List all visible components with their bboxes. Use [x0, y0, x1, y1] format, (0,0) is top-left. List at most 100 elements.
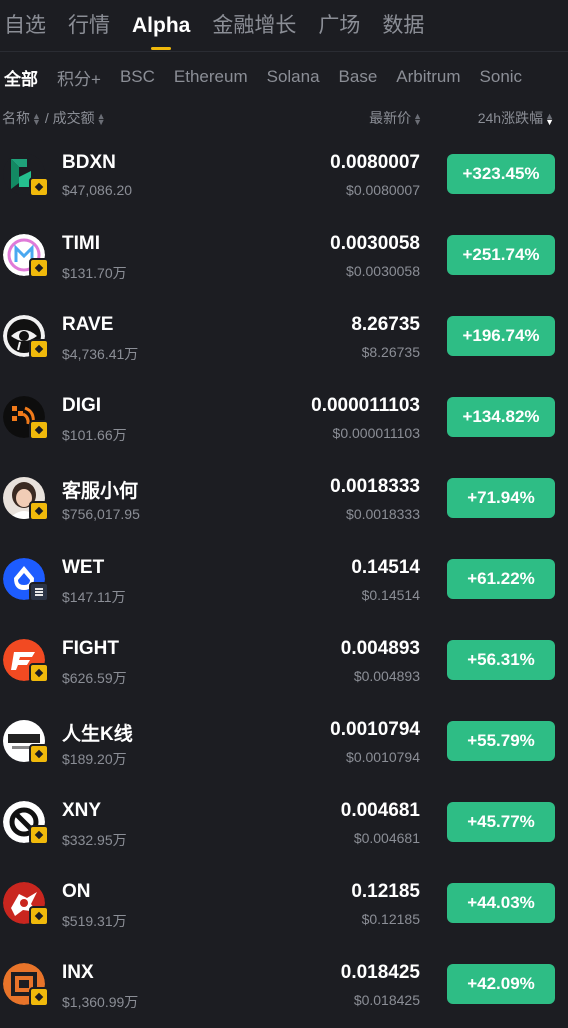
change-badge[interactable]: +196.74% [447, 316, 555, 356]
column-price-label: 最新价 [369, 110, 412, 126]
token-usd-price: $0.0030058 [346, 263, 420, 279]
token-price: 8.26735 [351, 314, 420, 335]
token-volume: $101.66万 [62, 427, 127, 443]
rave-logo-icon [3, 315, 49, 359]
tab-square[interactable]: 广场 [318, 0, 360, 52]
filter-base[interactable]: Base [339, 67, 378, 87]
token-list: BDXN $47,086.20 0.0080007 $0.0080007 +32… [0, 134, 568, 1025]
on-logo-icon [3, 882, 49, 926]
token-row[interactable]: XNY $332.95万 0.004681 $0.004681 +45.77% [0, 782, 568, 863]
bdxn-logo-icon [3, 153, 49, 197]
token-row[interactable]: 人生K线 $189.20万 0.0010794 $0.0010794 +55.7… [0, 701, 568, 782]
token-price: 0.000011103 [311, 395, 420, 416]
token-symbol: TIMI [62, 233, 100, 254]
token-price: 0.0030058 [330, 233, 420, 254]
alpha-badge-icon [29, 744, 49, 764]
token-volume: $332.95万 [62, 832, 127, 848]
token-symbol: 客服小何 [62, 481, 139, 502]
tab-earn[interactable]: 金融增长 [212, 0, 296, 52]
alpha-badge-icon [29, 987, 49, 1007]
alpha-badge-icon [29, 825, 49, 845]
tab-alpha[interactable]: Alpha [132, 0, 190, 52]
change-badge[interactable]: +61.22% [447, 559, 555, 599]
token-usd-price: $0.12185 [361, 911, 420, 927]
token-price: 0.004681 [340, 800, 420, 821]
filter-arbitrum[interactable]: Arbitrum [396, 67, 460, 87]
column-separator: / [44, 110, 49, 126]
timi-logo-icon [3, 234, 49, 278]
token-row[interactable]: WET $147.11万 0.14514 $0.14514 +61.22% [0, 539, 568, 620]
token-row[interactable]: DIGI $101.66万 0.000011103 $0.000011103 +… [0, 377, 568, 458]
token-price: 0.018425 [340, 962, 420, 983]
price-sort-header[interactable]: 最新价 ▲ ▼ [369, 108, 422, 128]
token-usd-price: $0.14514 [361, 587, 420, 603]
token-price: 0.12185 [351, 881, 420, 902]
token-price: 0.0010794 [330, 719, 420, 740]
sort-arrows-icon: ▲ ▼ [96, 111, 106, 128]
change-badge[interactable]: +45.77% [447, 802, 555, 842]
token-volume: $626.59万 [62, 670, 127, 686]
token-usd-price: $0.000011103 [332, 425, 420, 441]
top-navigation: 自选 行情 Alpha 金融增长 广场 数据 [0, 0, 568, 52]
token-usd-price: $0.0080007 [346, 182, 420, 198]
token-volume: $47,086.20 [62, 182, 133, 198]
change-sort-header[interactable]: 24h涨跌幅 ▲ ▼ [478, 108, 554, 128]
token-usd-price: $0.004681 [353, 830, 420, 846]
token-row[interactable]: FIGHT $626.59万 0.004893 $0.004893 +56.31… [0, 620, 568, 701]
kline-logo-icon [3, 720, 49, 764]
token-row[interactable]: 客服小何 $756,017.95 0.0018333 $0.0018333 +7… [0, 458, 568, 539]
token-row[interactable]: BDXN $47,086.20 0.0080007 $0.0080007 +32… [0, 134, 568, 215]
token-symbol: 人生K线 [62, 724, 133, 745]
alpha-badge-icon [29, 339, 49, 359]
alpha-badge-icon [29, 177, 49, 197]
token-volume: $189.20万 [62, 751, 127, 767]
token-usd-price: $0.0018333 [346, 506, 420, 522]
token-usd-price: $0.0010794 [346, 749, 420, 765]
token-row[interactable]: RAVE $4,736.41万 8.26735 $8.26735 +196.74… [0, 296, 568, 377]
filter-ethereum[interactable]: Ethereum [174, 67, 248, 87]
tab-data[interactable]: 数据 [382, 0, 424, 52]
token-price: 0.004893 [340, 638, 420, 659]
change-badge[interactable]: +42.09% [447, 964, 555, 1004]
token-symbol: INX [62, 962, 94, 983]
token-symbol: FIGHT [62, 638, 119, 659]
alpha-badge-icon [29, 258, 49, 278]
change-badge[interactable]: +251.74% [447, 235, 555, 275]
token-volume: $131.70万 [62, 265, 127, 281]
filter-all[interactable]: 全部 [4, 65, 38, 90]
token-row[interactable]: INX $1,360.99万 0.018425 $0.018425 +42.09… [0, 944, 568, 1025]
token-symbol: ON [62, 881, 91, 902]
token-price: 0.0018333 [330, 476, 420, 497]
sort-desc-active-icon: ▲ ▼ [545, 111, 554, 128]
token-volume: $519.31万 [62, 913, 127, 929]
token-symbol: RAVE [62, 314, 114, 335]
change-badge[interactable]: +323.45% [447, 154, 555, 194]
alpha-badge-icon [29, 420, 49, 440]
person-avatar-icon [3, 477, 49, 521]
token-row[interactable]: TIMI $131.70万 0.0030058 $0.0030058 +251.… [0, 215, 568, 296]
filter-sonic[interactable]: Sonic [480, 67, 523, 87]
change-badge[interactable]: +56.31% [447, 640, 555, 680]
tab-watchlist[interactable]: 自选 [4, 0, 46, 52]
token-usd-price: $0.004893 [353, 668, 420, 684]
token-usd-price: $8.26735 [361, 344, 420, 360]
filter-solana[interactable]: Solana [267, 67, 320, 87]
token-usd-price: $0.018425 [353, 992, 420, 1008]
sort-arrows-icon: ▲ ▼ [32, 111, 41, 128]
change-badge[interactable]: +134.82% [447, 397, 555, 437]
token-symbol: BDXN [62, 152, 116, 173]
column-change-label: 24h涨跌幅 [477, 110, 544, 126]
token-volume: $4,736.41万 [62, 346, 139, 362]
column-header: 名称 ▲ ▼ / 成交额 ▲ ▼ 最新价 ▲ ▼ 24h涨跌幅 ▲ ▼ [0, 102, 568, 134]
change-badge[interactable]: +71.94% [447, 478, 555, 518]
name-volume-sort-header[interactable]: 名称 ▲ ▼ / 成交额 ▲ ▼ [2, 108, 106, 128]
tab-markets[interactable]: 行情 [68, 0, 110, 52]
column-name-label: 名称 [2, 110, 30, 126]
change-badge[interactable]: +44.03% [447, 883, 555, 923]
change-badge[interactable]: +55.79% [447, 721, 555, 761]
filter-bsc[interactable]: BSC [120, 67, 155, 87]
token-row[interactable]: ON $519.31万 0.12185 $0.12185 +44.03% [0, 863, 568, 944]
token-symbol: WET [62, 557, 105, 578]
column-volume-label: 成交额 [52, 110, 95, 126]
filter-points[interactable]: 积分+ [57, 65, 101, 90]
